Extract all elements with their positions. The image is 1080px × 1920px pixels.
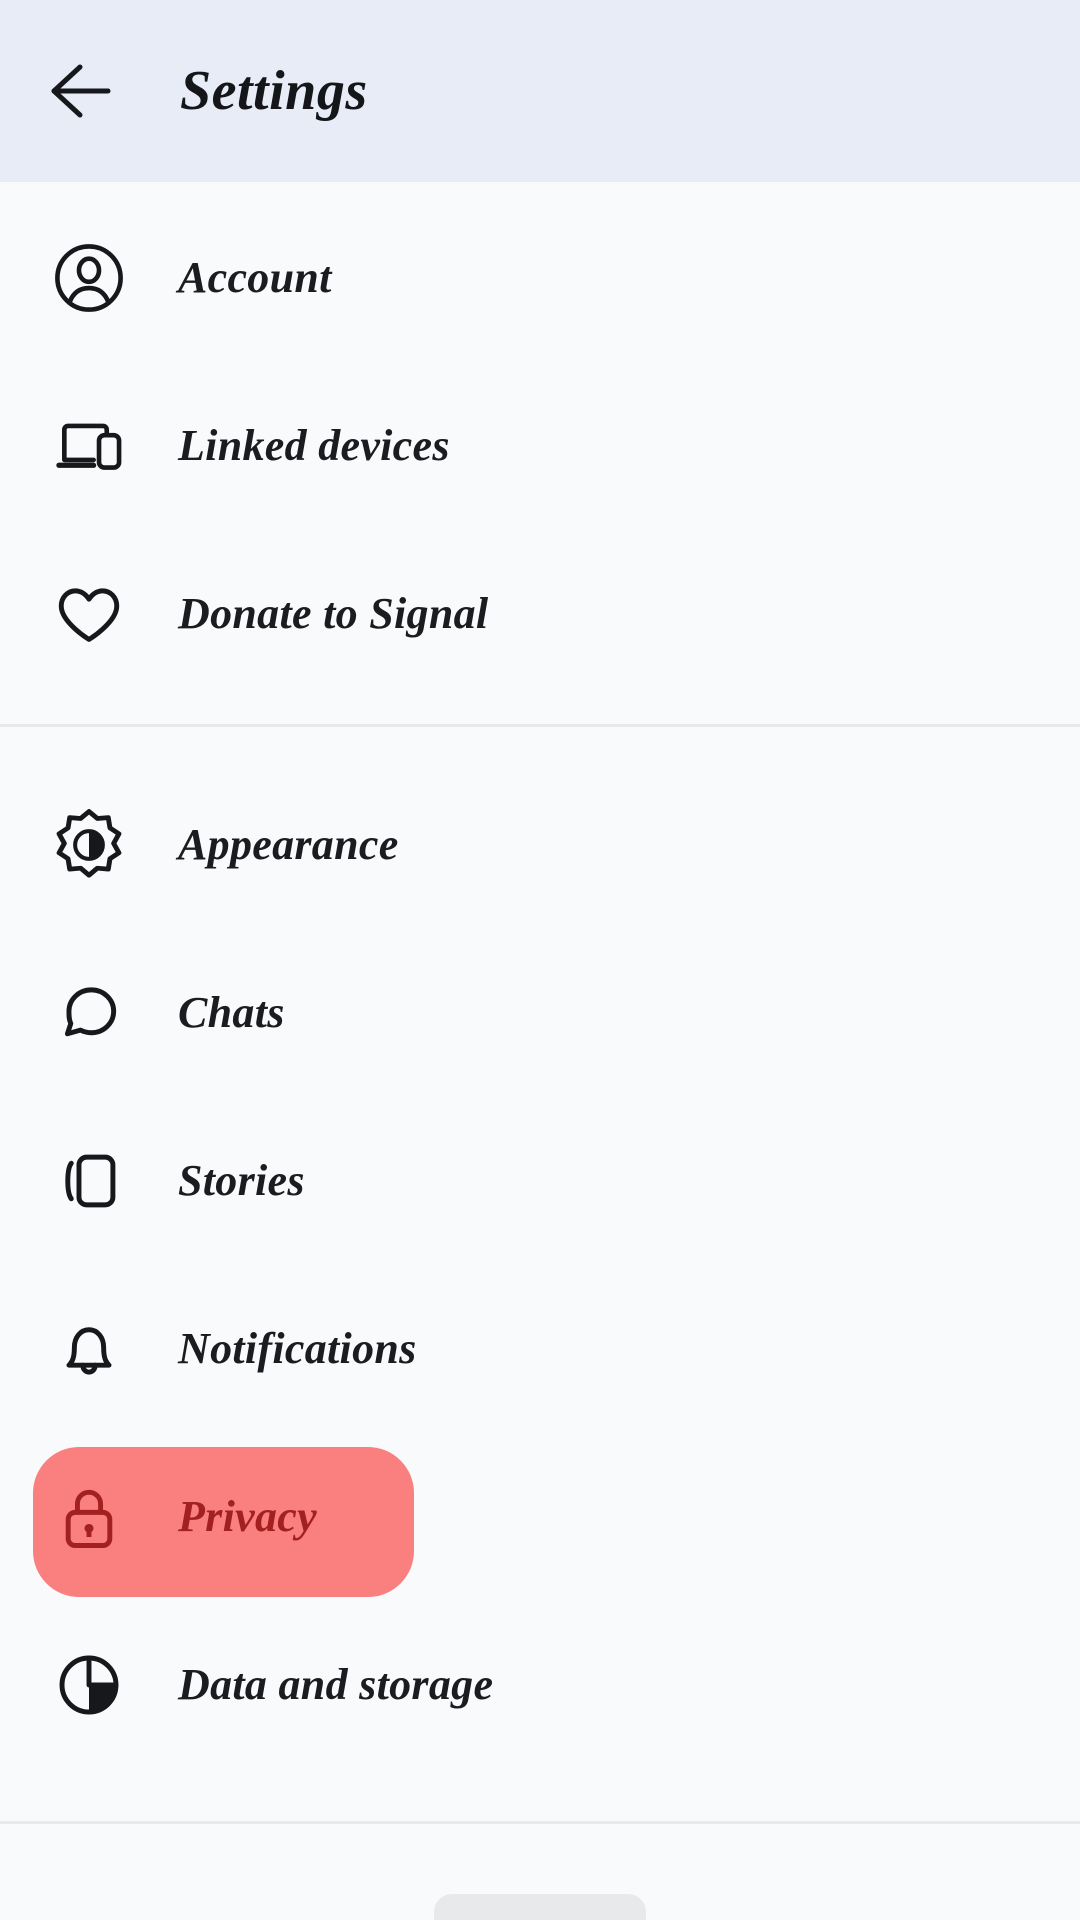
settings-row-label: Privacy	[178, 1492, 317, 1541]
section-divider-bottom	[0, 1821, 1080, 1824]
settings-row-label: Notifications	[178, 1324, 417, 1373]
page-title: Settings	[180, 60, 368, 122]
back-button[interactable]	[22, 31, 142, 151]
settings-row-donate[interactable]: Donate to Signal	[0, 530, 1080, 698]
settings-row-privacy[interactable]: Privacy	[0, 1433, 1080, 1601]
settings-row-data-and-storage[interactable]: Data and storage	[0, 1601, 1080, 1769]
brightness-icon	[33, 789, 145, 901]
settings-row-notifications[interactable]: Notifications	[0, 1265, 1080, 1433]
section-top-gap	[0, 727, 1080, 761]
pie-chart-icon	[33, 1629, 145, 1741]
settings-row-label: Appearance	[178, 820, 399, 869]
section-bottom-gap	[0, 1769, 1080, 1821]
settings-row-label: Donate to Signal	[178, 589, 489, 638]
laptop-phone-icon	[33, 390, 145, 502]
app-settings-section: Appearance Chats Stories Notifications P…	[0, 727, 1080, 1824]
bottom-sheet-peek[interactable]	[434, 1894, 646, 1920]
settings-list: Account Linked devices Donate to Signal …	[0, 182, 1080, 1824]
bell-icon	[33, 1293, 145, 1405]
settings-row-label: Chats	[178, 988, 285, 1037]
settings-row-label: Account	[178, 253, 332, 302]
arrow-left-icon	[51, 64, 111, 118]
heart-icon	[33, 558, 145, 670]
settings-row-linked-devices[interactable]: Linked devices	[0, 362, 1080, 530]
settings-row-label: Linked devices	[178, 421, 450, 470]
app-header: Settings	[0, 0, 1080, 182]
settings-row-account[interactable]: Account	[0, 194, 1080, 362]
chat-bubble-icon	[33, 957, 145, 1069]
settings-row-label: Stories	[178, 1156, 305, 1205]
settings-row-appearance[interactable]: Appearance	[0, 761, 1080, 929]
settings-row-stories[interactable]: Stories	[0, 1097, 1080, 1265]
stories-cards-icon	[33, 1125, 145, 1237]
lock-icon	[33, 1461, 145, 1573]
person-circle-icon	[33, 222, 145, 334]
settings-row-chats[interactable]: Chats	[0, 929, 1080, 1097]
list-top-gap	[0, 182, 1080, 194]
settings-row-label: Data and storage	[178, 1660, 494, 1709]
settings-screen: Settings Account Linked devices Donate t…	[0, 0, 1080, 1920]
account-section: Account Linked devices Donate to Signal	[0, 194, 1080, 698]
